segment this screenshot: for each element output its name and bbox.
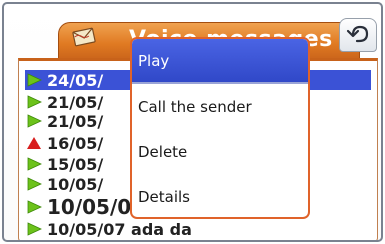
message-date-label: 24/05/ (47, 70, 104, 90)
play-arrow-icon (27, 200, 42, 214)
message-list-item[interactable]: 10/05/07 ada da (25, 219, 371, 239)
urgent-triangle-icon (27, 137, 41, 149)
menu-item-details[interactable]: Details (132, 174, 308, 217)
message-date-label: 21/05/ (47, 111, 104, 131)
message-date-label: 10/05/07 ada da (47, 219, 192, 239)
play-arrow-icon (27, 114, 42, 128)
phone-screen-frame: Voice messages 24/05/21/05/21/05/16/05/1… (2, 2, 383, 242)
menu-item-play[interactable]: Play (132, 39, 308, 84)
play-arrow-icon (27, 222, 42, 236)
message-date-label: 15/05/ (47, 154, 104, 174)
context-menu: Play Call the sender Delete Details (130, 37, 310, 219)
menu-item-call-the-sender[interactable]: Call the sender (132, 84, 308, 129)
message-date-label: 16/05/ (47, 133, 104, 153)
play-arrow-icon (27, 95, 42, 109)
message-date-label: 21/05/ (47, 92, 104, 112)
envelope-icon (72, 27, 96, 47)
menu-item-delete[interactable]: Delete (132, 129, 308, 174)
message-date-label: 10/05/ (47, 174, 104, 194)
play-arrow-icon (27, 73, 42, 87)
back-arrow-icon (346, 25, 369, 43)
play-arrow-icon (27, 177, 42, 191)
play-arrow-icon (27, 157, 42, 171)
back-button[interactable] (339, 18, 377, 52)
